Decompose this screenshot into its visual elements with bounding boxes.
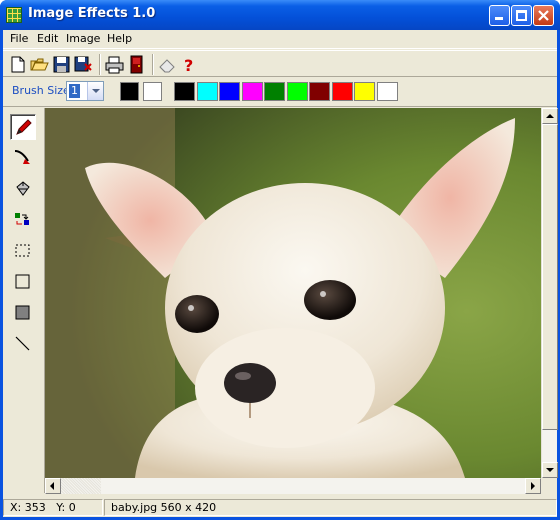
exit-door-icon[interactable] bbox=[126, 54, 147, 75]
palette-swatch[interactable] bbox=[241, 82, 263, 101]
main-toolbar: ? bbox=[3, 50, 557, 77]
scroll-down-button[interactable] bbox=[542, 462, 558, 478]
horizontal-scroll-thumb[interactable] bbox=[61, 478, 101, 494]
app-icon bbox=[6, 7, 22, 23]
color-swap-icon[interactable] bbox=[10, 207, 36, 233]
image-canvas[interactable] bbox=[45, 108, 541, 478]
minimize-button[interactable] bbox=[489, 5, 510, 26]
client-area: File Edit Image Help ? Brush Size: 1 X: … bbox=[3, 30, 558, 517]
dog-photo bbox=[45, 108, 541, 478]
brush-size-label: Brush Size: bbox=[12, 84, 74, 97]
palette-swatch[interactable] bbox=[196, 82, 218, 101]
brush-size-select[interactable]: 1 bbox=[66, 81, 104, 101]
palette-swatch[interactable] bbox=[264, 82, 285, 101]
palette-swatch[interactable] bbox=[331, 82, 353, 101]
palette-swatch[interactable] bbox=[286, 82, 308, 101]
palette-swatch[interactable] bbox=[174, 82, 195, 101]
brush-curve-icon[interactable] bbox=[10, 145, 36, 171]
palette-swatch[interactable] bbox=[376, 82, 398, 101]
fill-bucket-icon[interactable] bbox=[10, 176, 36, 202]
window-title: Image Effects 1.0 bbox=[28, 6, 156, 21]
scroll-corner bbox=[541, 478, 557, 494]
toolbar-separator bbox=[152, 54, 154, 75]
close-button[interactable] bbox=[533, 5, 554, 26]
menu-edit[interactable]: Edit bbox=[37, 32, 58, 45]
title-bar[interactable]: Image Effects 1.0 bbox=[0, 0, 560, 30]
secondary-color-swatch[interactable] bbox=[143, 82, 162, 101]
status-x: X: 353 bbox=[10, 501, 46, 514]
horizontal-scrollbar[interactable] bbox=[45, 478, 541, 494]
status-y: Y: 0 bbox=[56, 501, 76, 514]
scroll-up-button[interactable] bbox=[542, 108, 558, 124]
palette-swatch[interactable] bbox=[309, 82, 330, 101]
menu-image[interactable]: Image bbox=[66, 32, 100, 45]
toolbar-separator bbox=[99, 54, 101, 75]
save-as-icon[interactable] bbox=[73, 54, 94, 75]
palette-swatch[interactable] bbox=[219, 82, 240, 101]
brush-bar: Brush Size: 1 bbox=[3, 78, 557, 107]
rectangle-filled-icon[interactable] bbox=[10, 300, 36, 326]
vertical-scrollbar[interactable] bbox=[541, 108, 558, 478]
menu-file[interactable]: File bbox=[10, 32, 28, 45]
primary-color-swatch[interactable] bbox=[120, 82, 139, 101]
status-bar: X: 353 Y: 0 baby.jpg 560 x 420 bbox=[3, 497, 557, 517]
eraser-icon[interactable] bbox=[157, 54, 178, 75]
save-disk-icon[interactable] bbox=[51, 54, 72, 75]
chevron-down-icon[interactable] bbox=[87, 82, 103, 100]
maximize-button[interactable] bbox=[511, 5, 532, 26]
print-icon[interactable] bbox=[104, 54, 125, 75]
app-window: Image Effects 1.0 File Edit Image Help ?… bbox=[0, 0, 560, 520]
menu-help[interactable]: Help bbox=[107, 32, 132, 45]
svg-text:?: ? bbox=[184, 56, 193, 75]
palette-swatch[interactable] bbox=[354, 82, 375, 101]
pencil-icon[interactable] bbox=[10, 114, 36, 140]
rectangle-outline-icon[interactable] bbox=[10, 269, 36, 295]
open-folder-icon[interactable] bbox=[29, 54, 50, 75]
new-file-icon[interactable] bbox=[7, 54, 28, 75]
status-coords: X: 353 Y: 0 bbox=[3, 499, 103, 516]
status-file: baby.jpg 560 x 420 bbox=[104, 499, 557, 516]
tool-box bbox=[3, 108, 45, 493]
line-icon[interactable] bbox=[10, 331, 36, 357]
scroll-left-button[interactable] bbox=[45, 478, 61, 494]
close-icon bbox=[538, 10, 549, 21]
menu-bar: File Edit Image Help bbox=[3, 30, 557, 49]
help-question-icon[interactable]: ? bbox=[179, 54, 200, 75]
vertical-scroll-thumb[interactable] bbox=[542, 124, 558, 430]
select-rect-icon[interactable] bbox=[10, 238, 36, 264]
scroll-right-button[interactable] bbox=[525, 478, 541, 494]
brush-size-value: 1 bbox=[69, 84, 80, 98]
